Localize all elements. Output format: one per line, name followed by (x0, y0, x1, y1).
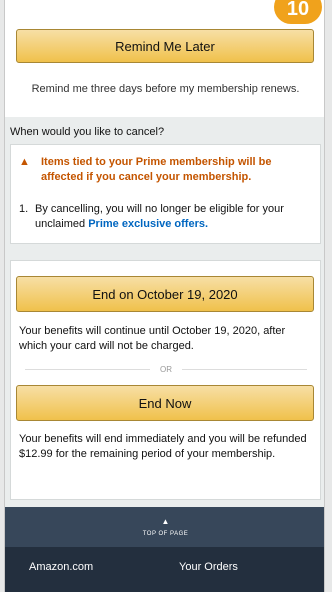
list-item: 1. By cancelling, you will no longer be … (19, 202, 305, 232)
remind-me-later-button[interactable]: Remind Me Later (16, 29, 314, 63)
footer-link-orders[interactable]: Your Orders (179, 561, 238, 573)
warning-text: Items tied to your Prime membership will… (41, 156, 272, 183)
or-text: OR (160, 364, 172, 374)
list-item-number: 1. (19, 203, 29, 215)
step-badge: 10 (274, 0, 322, 24)
app-frame: 10 Remind Me Later Remind me three days … (4, 0, 325, 592)
end-on-date-button[interactable]: End on October 19, 2020 (16, 276, 314, 312)
caret-up-icon: ▲ (161, 516, 170, 526)
footer-nav: Amazon.com Your Orders (5, 547, 324, 592)
separator-line-left (25, 368, 150, 370)
warning-row: ▲ Items tied to your Prime membership wi… (19, 155, 306, 185)
separator-line-right (182, 368, 307, 370)
end-on-date-description: Your benefits will continue until Octobe… (19, 325, 286, 352)
top-of-page-label: TOP OF PAGE (142, 530, 189, 537)
remind-description: Remind me three days before my membershi… (31, 83, 300, 95)
footer-link-amazon[interactable]: Amazon.com (29, 561, 93, 573)
list-item-text: By cancelling, you will no longer be eli… (35, 202, 305, 232)
prime-exclusive-offers-link[interactable]: Prime exclusive offers. (88, 218, 208, 230)
end-now-button[interactable]: End Now (16, 385, 314, 421)
cancel-options-card: End on October 19, 2020 Your benefits wi… (10, 260, 321, 500)
warning-triangle-icon: ▲ (19, 156, 30, 168)
end-now-description: Your benefits will end immediately and y… (19, 433, 307, 460)
or-separator: OR (25, 363, 307, 375)
warning-card: ▲ Items tied to your Prime membership wi… (10, 144, 321, 244)
cancel-question: When would you like to cancel? (10, 126, 165, 138)
back-to-top-button[interactable]: ▲ TOP OF PAGE (5, 507, 324, 547)
